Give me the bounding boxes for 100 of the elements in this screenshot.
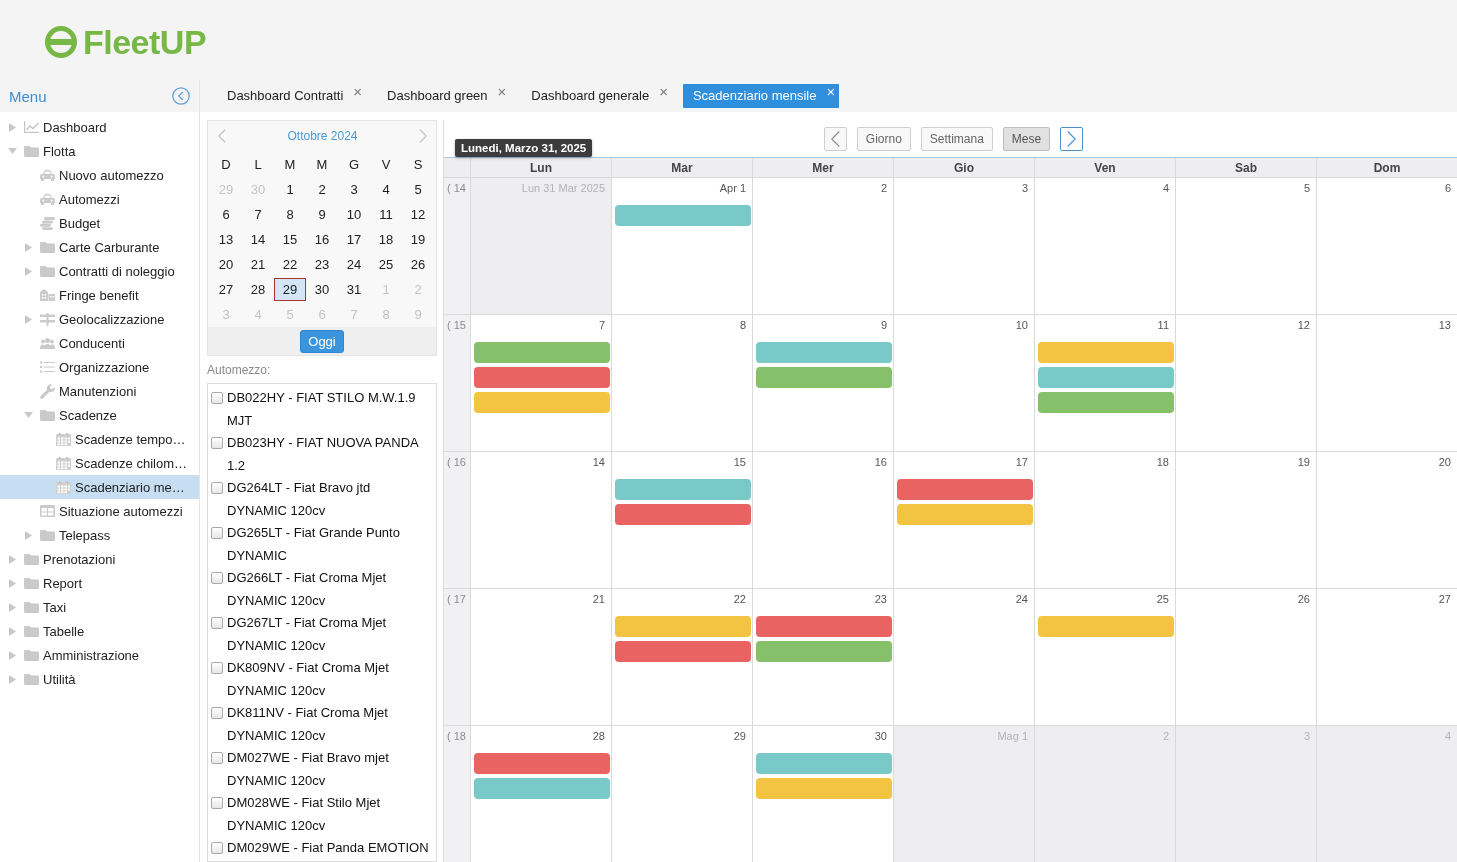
calendar-day[interactable]: 4	[382, 182, 390, 197]
menu-item[interactable]: Report	[9, 571, 87, 595]
vehicle-label[interactable]: DG265LT - Fiat Grande Punto DYNAMIC	[227, 522, 432, 567]
event-bar[interactable]	[897, 479, 1033, 500]
menu-item[interactable]: Flotta	[9, 139, 80, 163]
caret-right-icon[interactable]	[25, 266, 32, 276]
calendar-day[interactable]: 9	[318, 207, 326, 222]
vehicle-label[interactable]: DG266LT - Fiat Croma Mjet DYNAMIC 120cv	[227, 567, 432, 612]
calendar-day[interactable]: 30	[314, 282, 330, 297]
menu-item[interactable]: Budget	[40, 211, 105, 235]
menu-item[interactable]: Taxi	[9, 595, 71, 619]
calendar-day[interactable]: 20	[218, 257, 234, 272]
chevron-left-icon[interactable]	[218, 129, 226, 143]
caret-right-icon[interactable]	[9, 650, 16, 660]
caret-right-icon[interactable]	[9, 674, 16, 684]
event-bar[interactable]	[474, 342, 610, 363]
menu-item[interactable]: Contratti di noleggio	[25, 259, 179, 283]
event-bar[interactable]	[1038, 367, 1174, 388]
calendar-day[interactable]: 22	[282, 257, 298, 272]
event-bar[interactable]	[474, 753, 610, 774]
menu-item[interactable]: Carte Carburante	[25, 235, 164, 259]
calendar-day[interactable]: 8	[286, 207, 294, 222]
checkbox[interactable]	[211, 392, 223, 404]
view-button[interactable]: Settimana	[920, 126, 993, 151]
calendar-day[interactable]: 21	[250, 257, 266, 272]
menu-item[interactable]: Scadenze tempo…	[56, 427, 190, 451]
menu-item[interactable]: Tabelle	[9, 619, 89, 643]
event-bar[interactable]	[756, 753, 892, 774]
event-bar[interactable]	[756, 641, 892, 662]
calendar-day[interactable]: 3	[350, 182, 358, 197]
vehicle-label[interactable]: DM028WE - Fiat Stilo Mjet DYNAMIC 120cv	[227, 792, 432, 837]
checkbox[interactable]	[211, 437, 223, 449]
close-button[interactable]: ×	[659, 86, 668, 98]
menu-item[interactable]: Utilità	[9, 667, 80, 691]
calendar-day[interactable]: 6	[222, 207, 230, 222]
menu-item[interactable]: Manutenzioni	[40, 379, 141, 403]
checkbox[interactable]	[211, 482, 223, 494]
vehicle-label[interactable]: DK809NV - Fiat Croma Mjet DYNAMIC 120cv	[227, 657, 432, 702]
vehicle-label[interactable]: DM027WE - Fiat Bravo mjet DYNAMIC 120cv	[227, 747, 432, 792]
event-bar[interactable]	[756, 367, 892, 388]
event-bar[interactable]	[1038, 342, 1174, 363]
event-bar[interactable]	[756, 778, 892, 799]
menu-item[interactable]: Scadenze	[25, 403, 121, 427]
menu-item[interactable]: Situazione automezzi	[40, 499, 187, 523]
checkbox[interactable]	[211, 842, 223, 854]
event-bar[interactable]	[897, 504, 1033, 525]
calendar-day[interactable]: 28	[250, 282, 266, 297]
calendar-day[interactable]: 26	[410, 257, 426, 272]
caret-down-icon[interactable]	[24, 412, 33, 418]
event-bar[interactable]	[474, 778, 610, 799]
menu-item[interactable]: Prenotazioni	[9, 547, 120, 571]
calendar-day[interactable]: 24	[346, 257, 362, 272]
menu-item[interactable]: Nuovo automezzo	[40, 163, 168, 187]
calendar-day[interactable]: 14	[250, 232, 266, 247]
vehicle-label[interactable]: DK811NV - Fiat Croma Mjet DYNAMIC 120cv	[227, 702, 432, 747]
menu-item[interactable]: Conducenti	[40, 331, 129, 355]
event-bar[interactable]	[1038, 392, 1174, 413]
caret-right-icon[interactable]	[9, 602, 16, 612]
checkbox[interactable]	[211, 662, 223, 674]
close-button[interactable]: ×	[353, 86, 363, 98]
checkbox[interactable]	[211, 707, 223, 719]
close-button[interactable]: ×	[497, 86, 507, 98]
calendar-day[interactable]: 27	[218, 282, 234, 297]
view-button[interactable]: Giorno	[856, 126, 911, 151]
calendar-day[interactable]: 7	[254, 207, 262, 222]
vehicle-label[interactable]: DB022HY - FIAT STILO M.W.1.9 MJT	[227, 387, 432, 432]
checkbox[interactable]	[211, 572, 223, 584]
chevron-right-icon[interactable]	[419, 129, 427, 143]
calendar-day[interactable]: 1	[286, 182, 294, 197]
calendar-day[interactable]: 15	[282, 232, 298, 247]
event-bar[interactable]	[615, 641, 751, 662]
menu-item[interactable]: Amministrazione	[9, 643, 144, 667]
checkbox[interactable]	[211, 797, 223, 809]
menu-item[interactable]: Telepass	[25, 523, 115, 547]
event-bar[interactable]	[1038, 616, 1174, 637]
event-bar[interactable]	[474, 367, 610, 388]
calendar-day[interactable]: 25	[378, 257, 394, 272]
menu-item[interactable]: Geolocalizzazione	[25, 307, 169, 331]
event-bar[interactable]	[474, 392, 610, 413]
menu-item[interactable]: Scadenziario me…	[0, 475, 199, 499]
calendar-day[interactable]: 11	[379, 207, 393, 222]
caret-right-icon[interactable]	[25, 530, 32, 540]
menu-item[interactable]: Dashboard	[9, 115, 111, 139]
caret-right-icon[interactable]	[9, 554, 16, 564]
calendar-day[interactable]: 18	[378, 232, 394, 247]
caret-right-icon[interactable]	[25, 314, 32, 324]
calendar-day[interactable]: 5	[414, 182, 422, 197]
calendar-day[interactable]: 19	[410, 232, 426, 247]
vehicle-label[interactable]: DM029WE - Fiat Panda EMOTION	[227, 837, 432, 860]
vehicle-label[interactable]: DB023HY - FIAT NUOVA PANDA 1.2	[227, 432, 432, 477]
prev-button[interactable]	[823, 126, 847, 151]
caret-right-icon[interactable]	[9, 626, 16, 636]
event-bar[interactable]	[756, 616, 892, 637]
caret-down-icon[interactable]	[8, 148, 17, 154]
event-bar[interactable]	[615, 616, 751, 637]
calendar-day[interactable]: 10	[346, 207, 362, 222]
caret-right-icon[interactable]	[9, 578, 16, 588]
tab[interactable]: Dashboard generale ×	[521, 84, 672, 108]
collapse-icon[interactable]	[172, 87, 190, 105]
caret-right-icon[interactable]	[25, 242, 32, 252]
